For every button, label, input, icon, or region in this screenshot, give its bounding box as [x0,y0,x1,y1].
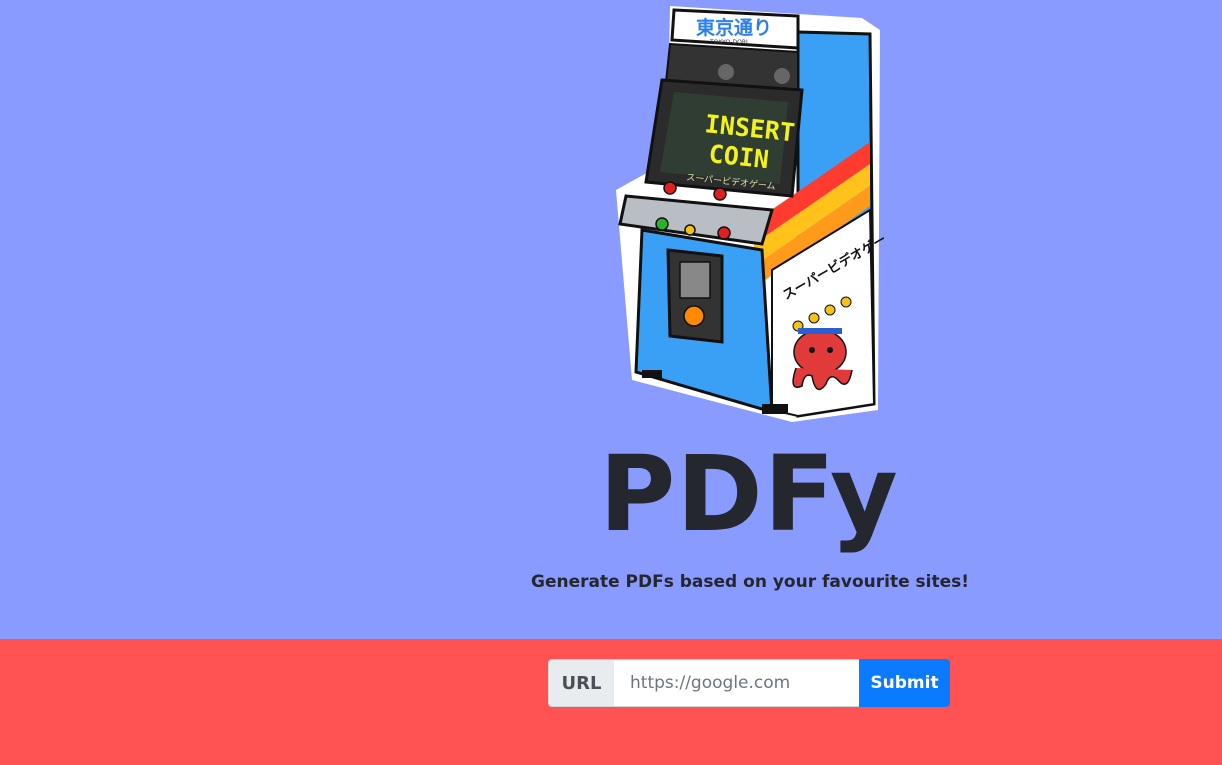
speaker-left-icon [718,64,734,80]
speaker-right-icon [774,68,790,84]
marquee-logo-text: 東京通り [696,16,772,39]
button-red-icon [717,226,731,240]
coin-slot-icon [683,305,705,327]
pdf-url-form: URL Submit [548,659,950,707]
url-prefix-label: URL [548,659,614,707]
joystick-right-icon [713,187,727,201]
button-green-icon [655,217,669,231]
submit-button[interactable]: Submit [859,659,950,707]
joystick-left-icon [663,181,677,195]
arcade-cabinet-illustration: 東京通り TOKYO-DORI INSERT COIN スーパービデオゲーム ス… [616,6,884,422]
marquee-logo-subtext: TOKYO-DORI [709,39,748,46]
page-subtitle: Generate PDFs based on your favourite si… [531,572,969,592]
button-yellow-icon [684,224,696,236]
page-title: PDFy [599,433,899,555]
url-input[interactable] [614,659,859,707]
